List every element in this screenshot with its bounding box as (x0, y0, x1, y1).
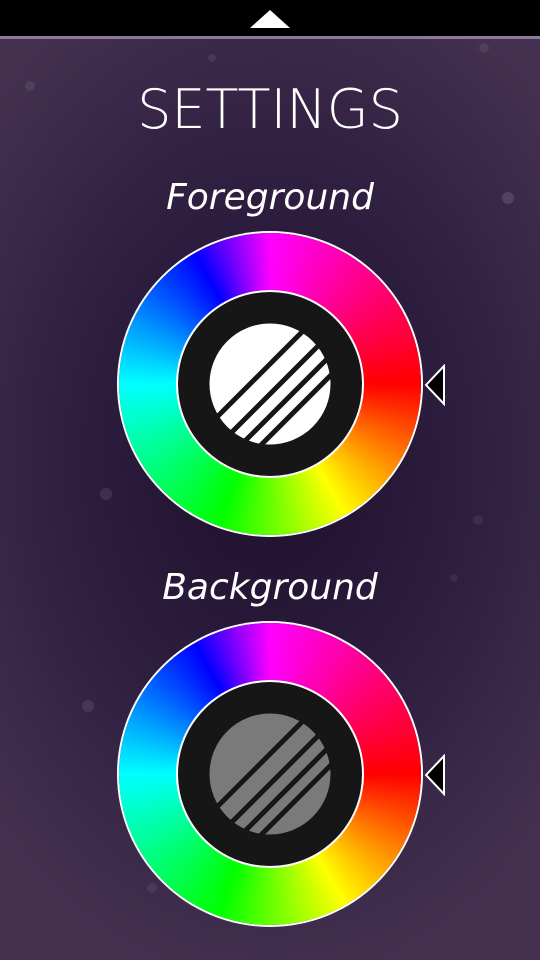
top-bar (0, 0, 540, 39)
background-pointer-icon[interactable] (424, 754, 446, 796)
background-color-wheel[interactable] (119, 623, 421, 925)
background-swatch-icon (206, 710, 334, 838)
foreground-color-preview (178, 292, 362, 476)
foreground-label: Foreground (166, 177, 374, 218)
settings-screen: SETTINGS Foreground Background (0, 0, 540, 960)
chevron-up-icon[interactable] (248, 8, 292, 30)
foreground-pointer-icon[interactable] (424, 364, 446, 406)
foreground-swatch-icon (206, 320, 334, 448)
background-color-preview (178, 682, 362, 866)
page-title: SETTINGS (137, 78, 403, 141)
foreground-color-wheel[interactable] (119, 233, 421, 535)
background-label: Background (162, 567, 378, 608)
